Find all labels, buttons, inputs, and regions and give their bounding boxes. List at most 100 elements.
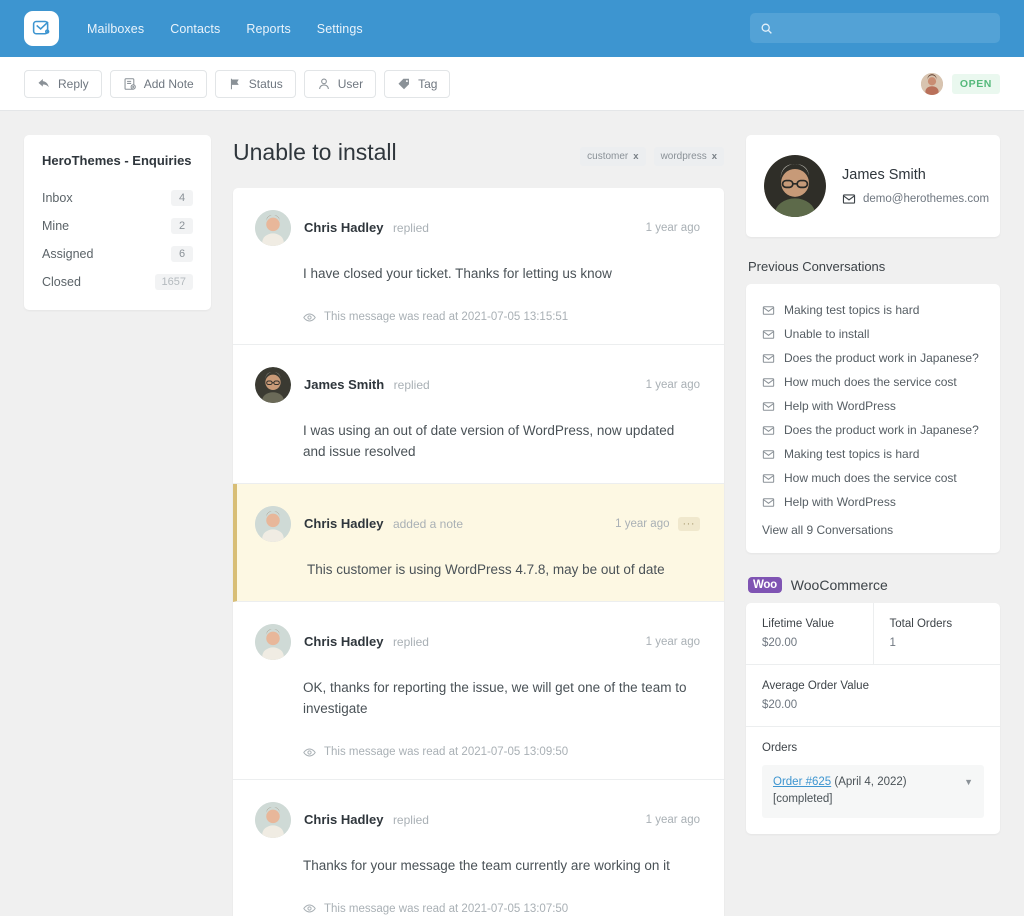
envelope-icon bbox=[762, 305, 775, 315]
message-action: replied bbox=[392, 634, 429, 649]
avatar-image bbox=[764, 155, 826, 217]
sidebar-item-inbox[interactable]: Inbox 4 bbox=[42, 184, 193, 212]
note-menu-button[interactable]: ··· bbox=[677, 516, 700, 531]
orders-label: Orders bbox=[762, 742, 798, 754]
message-item: Chris Hadley replied 1 year ago I have c… bbox=[233, 188, 724, 345]
conversation-toolbar: Reply Add Note Status User Tag OPEN bbox=[0, 57, 1024, 111]
sidebar-item-mine[interactable]: Mine 2 bbox=[42, 212, 193, 240]
tag-wordpress[interactable]: wordpress x bbox=[653, 147, 724, 166]
message-time-label: 1 year ago bbox=[645, 635, 700, 648]
search-input[interactable] bbox=[780, 21, 990, 35]
avatar bbox=[255, 210, 291, 246]
envelope-icon bbox=[762, 401, 775, 411]
envelope-icon bbox=[762, 497, 775, 507]
message-time-label: 1 year ago bbox=[645, 222, 700, 234]
avatar bbox=[764, 155, 826, 217]
order-item[interactable]: Order #625 (April 4, 2022) [completed] ▼ bbox=[762, 765, 984, 818]
reply-button[interactable]: Reply bbox=[24, 69, 102, 98]
status-label: Status bbox=[248, 76, 283, 91]
list-item-label: Unable to install bbox=[784, 327, 870, 341]
message-time: 1 year ago bbox=[646, 379, 700, 391]
sidebar-item-label: Closed bbox=[42, 275, 81, 289]
orders-section: Orders Order #625 (April 4, 2022) [compl… bbox=[746, 727, 1000, 834]
message-author: James Smith bbox=[304, 376, 385, 392]
list-item[interactable]: How much does the service cost bbox=[762, 370, 984, 394]
tag-remove-icon[interactable]: x bbox=[712, 151, 717, 162]
nav-item-contacts[interactable]: Contacts bbox=[170, 22, 220, 36]
message-body: I was using an out of date version of Wo… bbox=[303, 422, 675, 459]
woocommerce-stats-row: Lifetime Value $20.00 Total Orders 1 bbox=[746, 603, 1000, 665]
woocommerce-title: WooCommerce bbox=[790, 577, 888, 593]
tag-customer[interactable]: customer x bbox=[580, 147, 646, 166]
order-status: [completed] bbox=[773, 793, 833, 806]
customer-card: James Smith demo@herothemes.com bbox=[746, 135, 1000, 237]
sidebar-item-label: Inbox bbox=[42, 191, 73, 205]
list-item-label: Does the product work in Japanese? bbox=[784, 423, 979, 437]
order-link[interactable]: Order #625 bbox=[773, 776, 831, 788]
list-item[interactable]: Making test topics is hard bbox=[762, 442, 984, 466]
list-item[interactable]: Help with WordPress bbox=[762, 490, 984, 514]
search-box[interactable] bbox=[750, 13, 1000, 43]
envelope-icon bbox=[762, 449, 775, 459]
message-author-group: James Smith replied bbox=[304, 376, 430, 394]
app-logo[interactable] bbox=[24, 11, 59, 46]
sidebar-item-assigned[interactable]: Assigned 6 bbox=[42, 240, 193, 268]
message-thread: Chris Hadley replied 1 year ago I have c… bbox=[233, 188, 724, 916]
assignee-avatar[interactable] bbox=[920, 72, 943, 95]
left-sidebar: HeroThemes - Enquiries Inbox 4 Mine 2 As… bbox=[24, 135, 211, 892]
message-author: Chris Hadley bbox=[304, 220, 384, 235]
customer-email-row: demo@herothemes.com bbox=[842, 192, 989, 206]
total-orders-cell: Total Orders 1 bbox=[872, 603, 1001, 664]
tag-label: customer bbox=[587, 151, 629, 162]
avatar bbox=[255, 623, 291, 660]
lifetime-value: $20.00 bbox=[762, 637, 798, 649]
message-read-receipt: This message was read at 2021-07-05 13:0… bbox=[303, 902, 700, 915]
sidebar-item-label: Mine bbox=[42, 219, 70, 233]
envelope-icon bbox=[762, 353, 775, 363]
previous-conversations-heading: Previous Conversations bbox=[748, 259, 886, 274]
nav-item-mailboxes[interactable]: Mailboxes bbox=[87, 22, 144, 36]
previous-conversations-list: Making test topics is hard Unable to ins… bbox=[746, 284, 1000, 553]
list-item-label: Does the product work in Japanese? bbox=[784, 351, 979, 365]
nav-item-reports[interactable]: Reports bbox=[246, 22, 290, 36]
list-item[interactable]: How much does the service cost bbox=[762, 466, 984, 490]
message-header: James Smith replied 1 year ago bbox=[255, 366, 700, 403]
message-action: replied bbox=[392, 221, 429, 235]
list-item[interactable]: Help with WordPress bbox=[762, 394, 984, 418]
tag-label: Tag bbox=[418, 76, 438, 91]
list-item[interactable]: Unable to install bbox=[762, 322, 984, 346]
customer-name: James Smith bbox=[842, 166, 926, 183]
message-author-group: Chris Hadley added a note bbox=[304, 515, 463, 533]
average-order-label: Average Order Value bbox=[762, 680, 869, 692]
eye-icon bbox=[303, 904, 316, 913]
sidebar-item-closed[interactable]: Closed 1657 bbox=[42, 268, 193, 296]
envelope-icon bbox=[762, 377, 775, 387]
mailbox-title: HeroThemes - Enquiries bbox=[42, 153, 192, 168]
status-badge: OPEN bbox=[951, 73, 1000, 94]
list-item[interactable]: Does the product work in Japanese? bbox=[762, 418, 984, 442]
total-orders-label: Total Orders bbox=[889, 618, 953, 630]
add-note-button[interactable]: Add Note bbox=[109, 69, 207, 98]
list-item[interactable]: Does the product work in Japanese? bbox=[762, 346, 984, 370]
order-date: (April 4, 2022) bbox=[831, 776, 907, 788]
nav-item-settings[interactable]: Settings bbox=[317, 22, 363, 36]
page-body: HeroThemes - Enquiries Inbox 4 Mine 2 As… bbox=[0, 111, 1024, 916]
message-time: 1 year ago bbox=[646, 222, 700, 234]
chevron-down-icon[interactable]: ▼ bbox=[964, 774, 973, 787]
total-orders-value: 1 bbox=[889, 637, 896, 649]
message-item: Chris Hadley replied 1 year ago Thanks f… bbox=[233, 780, 724, 916]
envelope-icon bbox=[842, 193, 856, 204]
woocommerce-heading: Woo WooCommerce bbox=[748, 577, 1000, 593]
list-item[interactable]: Making test topics is hard bbox=[762, 298, 984, 322]
avatar-image bbox=[255, 210, 291, 246]
view-all-conversations-link[interactable]: View all 9 Conversations bbox=[762, 514, 984, 539]
tag-remove-icon[interactable]: x bbox=[633, 151, 638, 162]
top-navigation-bar: Mailboxes Contacts Reports Settings bbox=[0, 0, 1024, 57]
envelope-check-icon bbox=[32, 20, 50, 35]
page-title: Unable to install bbox=[233, 139, 397, 165]
read-receipt-text: This message was read at 2021-07-05 13:0… bbox=[324, 902, 569, 915]
tag-button[interactable]: Tag bbox=[384, 69, 451, 98]
message-header: Chris Hadley replied 1 year ago bbox=[255, 210, 700, 246]
user-button[interactable]: User bbox=[303, 69, 377, 98]
status-button[interactable]: Status bbox=[214, 69, 296, 98]
